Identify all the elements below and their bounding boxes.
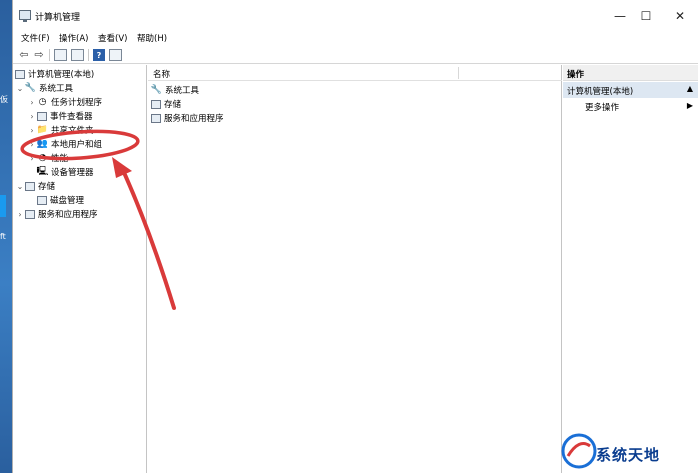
tree-item-label: 事件查看器 <box>50 112 93 122</box>
list-item[interactable]: 存储 <box>151 97 181 111</box>
tree-item-performance[interactable]: › ◔ 性能 <box>27 151 68 165</box>
tree-item-label: 设备管理器 <box>51 168 94 178</box>
console-tree: 计算机管理(本地) ⌄ 🔧 系统工具 › ◷ 任务计划程序 › 事件查看器 › … <box>13 65 147 473</box>
list-item-label: 存储 <box>164 100 182 110</box>
chevron-right-icon[interactable]: › <box>15 210 25 219</box>
chevron-right-icon[interactable]: › <box>27 112 37 121</box>
actions-section-label: 计算机管理(本地) <box>567 87 634 97</box>
tree-item-shared-folders[interactable]: › 📁 共享文件夹 <box>27 123 94 137</box>
tree-item-label: 磁盘管理 <box>50 196 85 206</box>
storage-icon <box>25 181 35 191</box>
clock-icon: ◷ <box>38 97 47 107</box>
tree-item-label: 性能 <box>51 154 69 164</box>
tree-item-storage[interactable]: ⌄ 存储 <box>15 179 55 193</box>
tree-item-disk-management[interactable]: 磁盘管理 <box>37 193 84 207</box>
export-list-icon[interactable] <box>71 49 84 61</box>
list-item[interactable]: 服务和应用程序 <box>151 111 224 125</box>
tree-item-task-scheduler[interactable]: › ◷ 任务计划程序 <box>27 95 102 109</box>
disk-icon <box>37 195 47 205</box>
tree-item-system-tools[interactable]: ⌄ 🔧 系统工具 <box>15 81 73 95</box>
desktop-glyph: ft <box>0 232 6 241</box>
menu-action[interactable]: 操作(A) <box>59 32 88 44</box>
chevron-right-icon[interactable]: › <box>27 126 37 135</box>
folder-icon: 📁 <box>36 125 49 135</box>
column-separator[interactable] <box>458 67 459 79</box>
column-header-label: 名称 <box>153 70 171 80</box>
chevron-right-icon[interactable]: › <box>27 154 37 163</box>
chevron-right-icon[interactable]: › <box>27 98 37 107</box>
services-icon <box>25 209 35 219</box>
storage-icon <box>151 99 161 109</box>
title-bar[interactable]: 计算机管理 — ☐ ✕ <box>13 0 698 32</box>
desktop-background: 仮 ft <box>0 0 12 473</box>
tools-icon: 🔧 <box>150 85 163 95</box>
menu-bar: 文件(F) 操作(A) 查看(V) 帮助(H) <box>13 30 698 46</box>
details-list: 名称 🔧 系统工具 存储 服务和应用程序 <box>148 65 562 473</box>
desktop-highlight <box>0 195 6 217</box>
actions-header: 操作 <box>563 65 698 81</box>
toolbar: ⇦ ⇨ ? <box>13 46 698 64</box>
tools-icon: 🔧 <box>24 83 37 93</box>
computer-management-window: 计算机管理 — ☐ ✕ 文件(F) 操作(A) 查看(V) 帮助(H) ⇦ ⇨ … <box>12 0 698 473</box>
list-item[interactable]: 🔧 系统工具 <box>151 83 199 97</box>
tree-item-local-users-groups[interactable]: › 👥 本地用户和组 <box>27 137 102 151</box>
tree-item-label: 服务和应用程序 <box>38 210 98 220</box>
list-item-label: 系统工具 <box>165 86 200 96</box>
tree-item-label: 任务计划程序 <box>51 98 103 108</box>
tree-item-label: 共享文件夹 <box>51 126 94 136</box>
forward-arrow-icon[interactable]: ⇨ <box>32 48 46 61</box>
menu-view[interactable]: 查看(V) <box>98 32 127 44</box>
column-header-name[interactable]: 名称 <box>148 65 562 81</box>
more-actions-label: 更多操作 <box>585 103 620 113</box>
tree-item-device-manager[interactable]: 🖳 设备管理器 <box>37 165 94 179</box>
computer-icon <box>15 69 25 79</box>
close-button[interactable]: ✕ <box>663 0 697 32</box>
console-tree-icon[interactable] <box>54 49 67 61</box>
services-icon <box>151 113 161 123</box>
list-item-label: 服务和应用程序 <box>164 114 224 124</box>
maximize-button[interactable]: ☐ <box>629 0 663 32</box>
toolbar-separator <box>88 49 89 61</box>
tree-item-label: 本地用户和组 <box>51 140 103 150</box>
watermark: 系统天地 <box>556 410 696 470</box>
computer-management-icon <box>19 10 31 22</box>
help-icon[interactable]: ? <box>93 49 105 61</box>
desktop-glyph: 仮 <box>0 95 8 104</box>
chevron-down-icon[interactable]: ⌄ <box>15 84 25 93</box>
event-viewer-icon <box>37 111 47 121</box>
tree-item-services-apps[interactable]: › 服务和应用程序 <box>15 207 98 221</box>
back-arrow-icon[interactable]: ⇦ <box>17 48 31 61</box>
watermark-logo-icon <box>561 433 597 469</box>
menu-file[interactable]: 文件(F) <box>21 32 50 44</box>
performance-icon: ◔ <box>38 153 47 163</box>
watermark-text: 系统天地 <box>596 446 661 464</box>
actions-header-label: 操作 <box>567 70 585 80</box>
submenu-arrow-icon: ▶ <box>686 101 693 110</box>
tree-item-label: 存储 <box>38 182 56 192</box>
tree-item-root[interactable]: 计算机管理(本地) <box>15 67 94 81</box>
collapse-up-icon[interactable]: ▲ <box>687 84 693 93</box>
window-title: 计算机管理 <box>35 13 81 23</box>
device-manager-icon: 🖳 <box>36 167 49 177</box>
tree-item-event-viewer[interactable]: › 事件查看器 <box>27 109 93 123</box>
chevron-down-icon[interactable]: ⌄ <box>15 182 25 191</box>
more-actions-item[interactable]: 更多操作 ▶ <box>563 99 698 114</box>
action-pane-icon[interactable] <box>109 49 122 61</box>
users-icon: 👥 <box>36 139 49 149</box>
chevron-right-icon[interactable]: › <box>27 140 37 149</box>
tree-item-label: 计算机管理(本地) <box>28 70 95 80</box>
tree-item-label: 系统工具 <box>39 84 74 94</box>
toolbar-separator <box>49 49 50 61</box>
actions-section[interactable]: 计算机管理(本地) ▲ <box>563 82 698 98</box>
menu-help[interactable]: 帮助(H) <box>137 32 167 44</box>
